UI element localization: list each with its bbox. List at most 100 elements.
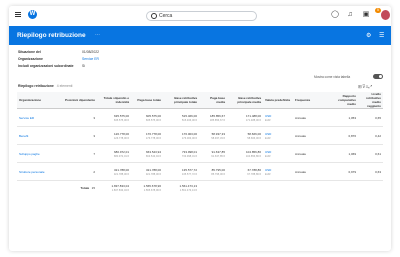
organization-link[interactable]: Sviluppo paghe bbox=[17, 144, 57, 163]
menu-icon[interactable] bbox=[15, 12, 21, 17]
cell-value: 1.837.833,04 bbox=[111, 184, 129, 188]
column-header[interactable]: Valuta predefinita bbox=[263, 92, 293, 109]
workday-logo[interactable]: W bbox=[28, 10, 37, 19]
cell-subvalue: 1.561.473,13 € bbox=[179, 189, 197, 192]
search-input[interactable]: Cerca bbox=[146, 11, 257, 21]
currency-link[interactable]: USD bbox=[265, 168, 271, 172]
column-header[interactable]: Posizioni dipendente bbox=[57, 92, 97, 109]
total-pay-base: 1.561.473,13 1.561.473,13 € bbox=[163, 181, 199, 196]
table-view-toggle[interactable] bbox=[373, 74, 383, 79]
currency-link[interactable]: USD bbox=[265, 132, 271, 136]
related-actions-icon[interactable]: ⋯ bbox=[95, 32, 100, 38]
cell-subvalue: 85.795,00 € bbox=[211, 172, 225, 176]
total-positions-value: 15 bbox=[91, 186, 95, 190]
fullscreen-icon[interactable]: ⤢ bbox=[369, 84, 373, 89]
chat-icon[interactable]: ◯ bbox=[331, 11, 339, 19]
table-row: Service ER 3 635.575,00 635.575,00 € 605.… bbox=[17, 108, 383, 127]
cell-base-total: 663.543,94 663.543,94 € bbox=[131, 144, 163, 163]
column-header[interactable]: Paga base media bbox=[199, 92, 227, 109]
cell-value: 733.998,01 bbox=[181, 149, 197, 154]
cell-value: 58.937,33 bbox=[211, 131, 225, 136]
cell-subvalue: EUR bbox=[265, 154, 271, 158]
currency-link[interactable]: USD bbox=[265, 114, 271, 118]
cell-value: 91.637,85 bbox=[211, 149, 225, 154]
cell-subvalue: EUR bbox=[265, 118, 271, 122]
cell-subvalue: 321.788,00 € bbox=[145, 172, 161, 176]
cell-ratio: 1,069 bbox=[328, 144, 358, 163]
cell-subvalue: 176.778,00 € bbox=[145, 136, 161, 140]
cell-value: 171.488,00 bbox=[245, 113, 261, 118]
organization-link[interactable]: Strutture personale bbox=[17, 162, 57, 181]
section-title: Riepilogo retribuzione 4 elementi bbox=[18, 84, 72, 88]
search-icon bbox=[151, 13, 157, 19]
cell-subvalue: 91.637,85 € bbox=[211, 154, 225, 158]
inbox-icon[interactable]: ▣ bbox=[362, 11, 370, 19]
total-empty bbox=[227, 181, 263, 196]
table-row: Strutture personale 2 321.788,00 321.788,… bbox=[17, 162, 383, 181]
cell-value: 135.577,72 bbox=[181, 167, 197, 172]
column-header[interactable]: Organizzazione bbox=[17, 92, 57, 109]
column-header[interactable]: Livello retributivo medio raggiunto bbox=[358, 92, 383, 109]
cell-value: 176.003,00 bbox=[181, 131, 197, 136]
meta-value: 01/08/2022 bbox=[82, 50, 99, 54]
cell-subvalue: 733.998,01 € bbox=[181, 154, 197, 158]
cell-currency: USD EUR bbox=[263, 108, 293, 127]
cell-total-salary: 126.778,00 126.778,00 € bbox=[97, 126, 131, 145]
column-header[interactable]: Totale stipendio e indennità bbox=[97, 92, 131, 109]
column-header[interactable]: Base retributiva principale media bbox=[227, 92, 263, 109]
total-empty bbox=[358, 181, 383, 196]
app-window: W Cerca ◯ ♫ ▣ 5 Riepilogo retribuzione ⋯… bbox=[9, 6, 391, 251]
cell-pay-base-avg: 67.788,86 67.788,86 € bbox=[227, 162, 263, 181]
meta-label: Situazione del bbox=[18, 50, 41, 54]
cell-positions: 7 bbox=[57, 144, 97, 163]
cell-pay-base-total: 176.003,00 176.003,00 € bbox=[163, 126, 199, 145]
cell-pay-base-total: 135.577,72 135.577,72 € bbox=[163, 162, 199, 181]
cell-level: 0,42 bbox=[358, 126, 383, 145]
organization-link[interactable]: Service ER bbox=[17, 108, 57, 127]
cell-base-avg: 185.856,67 185.856,67 € bbox=[199, 108, 227, 127]
cell-value: 185.856,67 bbox=[209, 113, 225, 118]
cell-subvalue: EUR bbox=[265, 172, 271, 176]
total-empty bbox=[293, 181, 328, 196]
cell-ratio: 0,979 bbox=[328, 162, 358, 181]
cell-base-total: 605.575,00 605.575,00 € bbox=[131, 108, 163, 127]
column-header[interactable]: Rapporto comparativo medio bbox=[328, 92, 358, 109]
cell-subvalue: 67.788,86 € bbox=[247, 172, 261, 176]
cell-subvalue: 1.565.678,96 € bbox=[143, 189, 161, 192]
cell-value: 176.778,00 bbox=[145, 131, 161, 136]
table-row: Benefit 3 126.778,00 126.778,00 € 176.778… bbox=[17, 126, 383, 145]
cell-frequency: Annuale bbox=[293, 162, 328, 181]
cell-value: 605.575,00 bbox=[145, 113, 161, 118]
notifications-icon[interactable]: ♫ bbox=[346, 11, 354, 19]
cell-total-salary: 635.575,00 635.575,00 € bbox=[97, 108, 131, 127]
cell-value: 1.561.473,13 bbox=[179, 184, 197, 188]
currency-link[interactable]: USD bbox=[265, 150, 271, 154]
column-header[interactable]: Paga base totale bbox=[131, 92, 163, 109]
cell-positions: 2 bbox=[57, 162, 97, 181]
cell-total-salary: 680.972,01 680.972,01 € bbox=[97, 144, 131, 163]
table-view-toggle-label: Mostra come vista tabella bbox=[314, 75, 351, 79]
organization-link[interactable]: Service ER bbox=[82, 57, 162, 61]
column-header[interactable]: Frequenza bbox=[293, 92, 328, 109]
cell-level: 0,61 bbox=[358, 144, 383, 163]
cell-subvalue: 1.837.833,04 € bbox=[111, 189, 129, 192]
cell-subvalue: 171.488,00 € bbox=[245, 118, 261, 122]
cell-value: 58.666,00 bbox=[247, 131, 261, 136]
cell-currency: USD EUR bbox=[263, 162, 293, 181]
cell-subvalue: 58.937,33 € bbox=[211, 136, 225, 140]
meta-label: Organizzazione bbox=[18, 57, 43, 61]
avatar[interactable] bbox=[381, 10, 390, 20]
item-count: 4 elementi bbox=[56, 84, 73, 88]
settings-menu-icon[interactable]: ☰ bbox=[379, 32, 384, 39]
cell-positions: 3 bbox=[57, 108, 97, 127]
cell-subvalue: 58.666,00 € bbox=[247, 136, 261, 140]
total-positions: Totale 15 bbox=[57, 181, 97, 196]
gear-icon[interactable]: ⚙ bbox=[366, 32, 371, 39]
cell-pay-base-avg: 104.856,86 104.856,86 € bbox=[227, 144, 263, 163]
cell-pay-base-avg: 171.488,00 171.488,00 € bbox=[227, 108, 263, 127]
section-title-text: Riepilogo retribuzione bbox=[18, 84, 54, 88]
organization-link[interactable]: Benefit bbox=[17, 126, 57, 145]
cell-subvalue: EUR bbox=[265, 136, 271, 140]
cell-level: 0,63 bbox=[358, 162, 383, 181]
column-header[interactable]: Base retributiva principale totale bbox=[163, 92, 199, 109]
